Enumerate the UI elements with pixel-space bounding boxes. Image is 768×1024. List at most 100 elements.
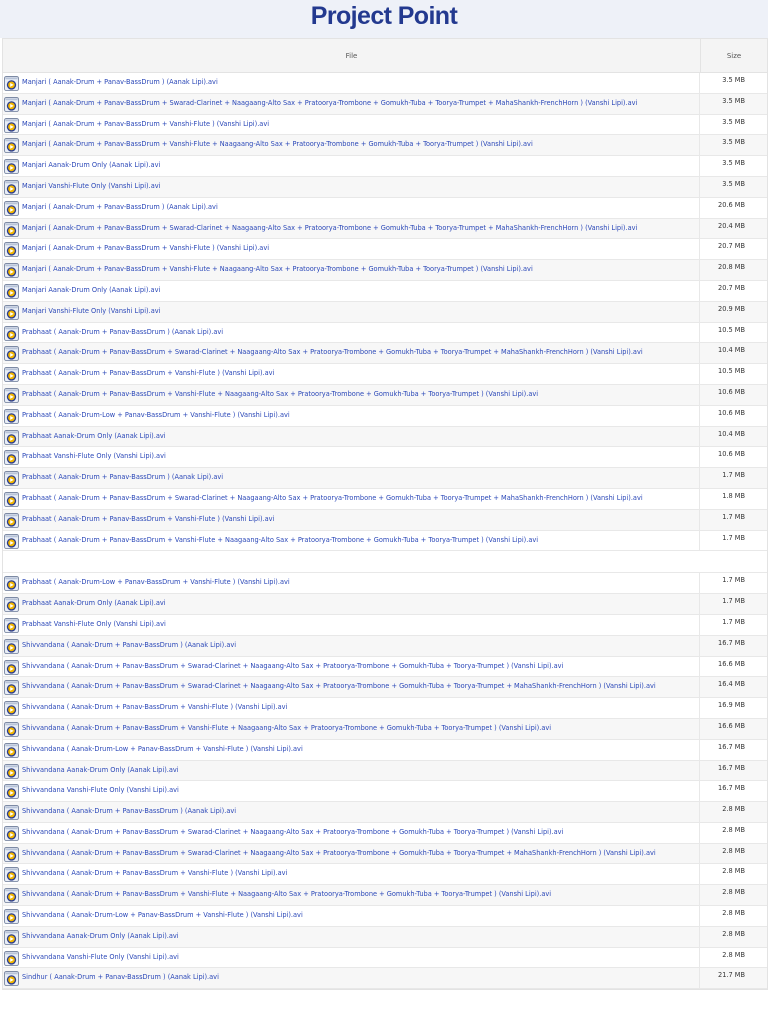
table-row[interactable]: Prabhaat ( Aanak-Drum-Low + Panav-BassDr… — [3, 405, 767, 427]
table-row[interactable]: Prabhaat ( Aanak-Drum + Panav-BassDrum +… — [3, 488, 767, 510]
table-row[interactable]: Manjari ( Aanak-Drum + Panav-BassDrum + … — [3, 239, 767, 261]
table-row[interactable]: Shivvandana ( Aanak-Drum-Low + Panav-Bas… — [3, 739, 767, 761]
file-cell: Prabhaat ( Aanak-Drum-Low + Panav-BassDr… — [3, 573, 700, 594]
file-link[interactable]: Shivvandana Vanshi-Flute Only (Vanshi Li… — [22, 953, 179, 961]
file-link[interactable]: Shivvandana ( Aanak-Drum-Low + Panav-Bas… — [22, 911, 303, 919]
table-row[interactable]: Shivvandana ( Aanak-Drum + Panav-BassDru… — [3, 822, 767, 844]
table-row[interactable]: Prabhaat Aanak-Drum Only (Aanak Lipi).av… — [3, 426, 767, 448]
table-row[interactable]: Prabhaat Vanshi-Flute Only (Vanshi Lipi)… — [3, 447, 767, 469]
table-row[interactable]: Prabhaat ( Aanak-Drum + Panav-BassDrum +… — [3, 343, 767, 365]
file-link[interactable]: Prabhaat ( Aanak-Drum + Panav-BassDrum +… — [22, 348, 643, 356]
file-link[interactable]: Prabhaat Aanak-Drum Only (Aanak Lipi).av… — [22, 432, 166, 440]
table-row[interactable]: Prabhaat Vanshi-Flute Only (Vanshi Lipi)… — [3, 614, 767, 636]
table-row[interactable]: Shivvandana ( Aanak-Drum + Panav-BassDru… — [3, 802, 767, 823]
video-file-icon — [4, 617, 19, 633]
file-link[interactable]: Prabhaat Vanshi-Flute Only (Vanshi Lipi)… — [22, 620, 166, 628]
table-row[interactable]: Prabhaat ( Aanak-Drum + Panav-BassDrum )… — [3, 468, 767, 489]
table-row[interactable]: Manjari ( Aanak-Drum + Panav-BassDrum ) … — [3, 197, 767, 219]
table-row[interactable]: Manjari Vanshi-Flute Only (Vanshi Lipi).… — [3, 301, 767, 323]
table-row[interactable]: Shivvandana Aanak-Drum Only (Aanak Lipi)… — [3, 760, 767, 782]
table-row[interactable]: Shivvandana ( Aanak-Drum + Panav-BassDru… — [3, 718, 767, 740]
table-row[interactable]: Shivvandana Vanshi-Flute Only (Vanshi Li… — [3, 781, 767, 803]
file-link[interactable]: Shivvandana Vanshi-Flute Only (Vanshi Li… — [22, 786, 179, 794]
file-link[interactable]: Manjari Vanshi-Flute Only (Vanshi Lipi).… — [22, 182, 161, 190]
table-row[interactable]: Shivvandana ( Aanak-Drum + Panav-BassDru… — [3, 885, 767, 907]
table-row[interactable]: Shivvandana ( Aanak-Drum + Panav-BassDru… — [3, 656, 767, 678]
file-link[interactable]: Shivvandana ( Aanak-Drum + Panav-BassDru… — [22, 869, 287, 877]
file-link[interactable]: Prabhaat ( Aanak-Drum + Panav-BassDrum +… — [22, 515, 274, 523]
table-row[interactable]: Shivvandana ( Aanak-Drum + Panav-BassDru… — [3, 864, 767, 886]
file-cell: Manjari ( Aanak-Drum + Panav-BassDrum + … — [3, 114, 700, 135]
file-link[interactable]: Prabhaat ( Aanak-Drum + Panav-BassDrum +… — [22, 369, 274, 377]
file-link[interactable]: Manjari Vanshi-Flute Only (Vanshi Lipi).… — [22, 307, 161, 315]
file-link[interactable]: Manjari ( Aanak-Drum + Panav-BassDrum + … — [22, 120, 269, 128]
file-link[interactable]: Prabhaat ( Aanak-Drum + Panav-BassDrum )… — [22, 473, 223, 481]
table-row[interactable]: Prabhaat ( Aanak-Drum-Low + Panav-BassDr… — [3, 573, 767, 595]
table-row[interactable]: Manjari ( Aanak-Drum + Panav-BassDrum + … — [3, 218, 767, 240]
table-row[interactable]: Shivvandana ( Aanak-Drum + Panav-BassDru… — [3, 698, 767, 719]
table-row[interactable]: Prabhaat ( Aanak-Drum + Panav-BassDrum +… — [3, 509, 767, 531]
table-row[interactable]: Manjari ( Aanak-Drum + Panav-BassDrum + … — [3, 93, 767, 115]
file-link[interactable]: Manjari Aanak-Drum Only (Aanak Lipi).avi — [22, 286, 160, 294]
file-link[interactable]: Manjari Aanak-Drum Only (Aanak Lipi).avi — [22, 161, 160, 169]
table-row[interactable]: Manjari ( Aanak-Drum + Panav-BassDrum + … — [3, 260, 767, 281]
table-row[interactable]: Prabhaat Aanak-Drum Only (Aanak Lipi).av… — [3, 594, 767, 615]
table-row[interactable]: Shivvandana ( Aanak-Drum + Panav-BassDru… — [3, 635, 767, 657]
file-link[interactable]: Shivvandana ( Aanak-Drum-Low + Panav-Bas… — [22, 745, 303, 753]
table-row[interactable]: Manjari ( Aanak-Drum + Panav-BassDrum + … — [3, 135, 767, 157]
video-file-icon — [4, 159, 19, 175]
table-row[interactable]: Sindhur ( Aanak-Drum + Panav-BassDrum ) … — [3, 968, 767, 990]
table-row[interactable]: Manjari ( Aanak-Drum + Panav-BassDrum ) … — [3, 73, 767, 94]
file-link[interactable]: Manjari ( Aanak-Drum + Panav-BassDrum + … — [22, 244, 269, 252]
file-link[interactable]: Prabhaat ( Aanak-Drum + Panav-BassDrum )… — [22, 328, 223, 336]
file-link[interactable]: Shivvandana Aanak-Drum Only (Aanak Lipi)… — [22, 932, 179, 940]
file-size: 2.8 MB — [722, 846, 745, 855]
table-row[interactable]: Manjari Aanak-Drum Only (Aanak Lipi).avi… — [3, 280, 767, 302]
video-file-icon — [4, 325, 19, 341]
video-file-icon — [4, 283, 19, 299]
file-link[interactable]: Shivvandana ( Aanak-Drum + Panav-BassDru… — [22, 828, 563, 836]
table-row[interactable]: Prabhaat ( Aanak-Drum + Panav-BassDrum +… — [3, 364, 767, 385]
file-link[interactable]: Shivvandana ( Aanak-Drum + Panav-BassDru… — [22, 890, 551, 898]
file-link[interactable]: Sindhur ( Aanak-Drum + Panav-BassDrum ) … — [22, 973, 219, 981]
file-link[interactable]: Shivvandana ( Aanak-Drum + Panav-BassDru… — [22, 682, 656, 690]
table-row[interactable]: Manjari ( Aanak-Drum + Panav-BassDrum + … — [3, 114, 767, 136]
file-cell: Shivvandana ( Aanak-Drum + Panav-BassDru… — [3, 802, 700, 822]
file-link[interactable]: Shivvandana ( Aanak-Drum + Panav-BassDru… — [22, 703, 287, 711]
table-row[interactable]: Prabhaat ( Aanak-Drum + Panav-BassDrum +… — [3, 384, 767, 406]
file-link[interactable]: Manjari ( Aanak-Drum + Panav-BassDrum ) … — [22, 78, 218, 86]
column-header-size[interactable]: Size — [701, 39, 767, 72]
table-row[interactable]: Prabhaat ( Aanak-Drum + Panav-BassDrum )… — [3, 322, 767, 344]
file-link[interactable]: Prabhaat ( Aanak-Drum-Low + Panav-BassDr… — [22, 411, 290, 419]
file-link[interactable]: Prabhaat ( Aanak-Drum + Panav-BassDrum +… — [22, 536, 538, 544]
file-link[interactable]: Prabhaat Vanshi-Flute Only (Vanshi Lipi)… — [22, 452, 166, 460]
file-link[interactable]: Prabhaat Aanak-Drum Only (Aanak Lipi).av… — [22, 599, 166, 607]
table-row[interactable]: Prabhaat ( Aanak-Drum + Panav-BassDrum +… — [3, 530, 767, 552]
file-link[interactable]: Prabhaat ( Aanak-Drum + Panav-BassDrum +… — [22, 494, 643, 502]
table-row[interactable]: Shivvandana Vanshi-Flute Only (Vanshi Li… — [3, 947, 767, 969]
file-link[interactable]: Manjari ( Aanak-Drum + Panav-BassDrum + … — [22, 265, 533, 273]
file-link[interactable]: Manjari ( Aanak-Drum + Panav-BassDrum + … — [22, 99, 637, 107]
file-link[interactable]: Prabhaat ( Aanak-Drum-Low + Panav-BassDr… — [22, 578, 290, 586]
file-cell: Prabhaat ( Aanak-Drum + Panav-BassDrum +… — [3, 530, 700, 551]
file-link[interactable]: Manjari ( Aanak-Drum + Panav-BassDrum ) … — [22, 203, 218, 211]
file-link[interactable]: Manjari ( Aanak-Drum + Panav-BassDrum + … — [22, 140, 533, 148]
table-row[interactable]: Shivvandana ( Aanak-Drum-Low + Panav-Bas… — [3, 906, 767, 927]
file-link[interactable]: Shivvandana ( Aanak-Drum + Panav-BassDru… — [22, 724, 551, 732]
video-file-icon — [4, 929, 19, 945]
file-link[interactable]: Shivvandana ( Aanak-Drum + Panav-BassDru… — [22, 641, 236, 649]
table-row[interactable]: Manjari Aanak-Drum Only (Aanak Lipi).avi… — [3, 156, 767, 177]
column-header-file[interactable]: File — [3, 39, 701, 72]
file-link[interactable]: Shivvandana ( Aanak-Drum + Panav-BassDru… — [22, 849, 656, 857]
file-link[interactable]: Manjari ( Aanak-Drum + Panav-BassDrum + … — [22, 224, 637, 232]
file-size: 10.5 MB — [718, 325, 745, 334]
table-row[interactable]: Shivvandana Aanak-Drum Only (Aanak Lipi)… — [3, 926, 767, 948]
table-row[interactable]: Shivvandana ( Aanak-Drum + Panav-BassDru… — [3, 843, 767, 865]
file-link[interactable]: Shivvandana ( Aanak-Drum + Panav-BassDru… — [22, 662, 563, 670]
file-cell: Shivvandana ( Aanak-Drum-Low + Panav-Bas… — [3, 739, 700, 760]
file-link[interactable]: Prabhaat ( Aanak-Drum + Panav-BassDrum +… — [22, 390, 538, 398]
table-row[interactable]: Manjari Vanshi-Flute Only (Vanshi Lipi).… — [3, 176, 767, 198]
file-link[interactable]: Shivvandana Aanak-Drum Only (Aanak Lipi)… — [22, 766, 179, 774]
file-link[interactable]: Shivvandana ( Aanak-Drum + Panav-BassDru… — [22, 807, 236, 815]
table-row[interactable]: Shivvandana ( Aanak-Drum + Panav-BassDru… — [3, 677, 767, 699]
